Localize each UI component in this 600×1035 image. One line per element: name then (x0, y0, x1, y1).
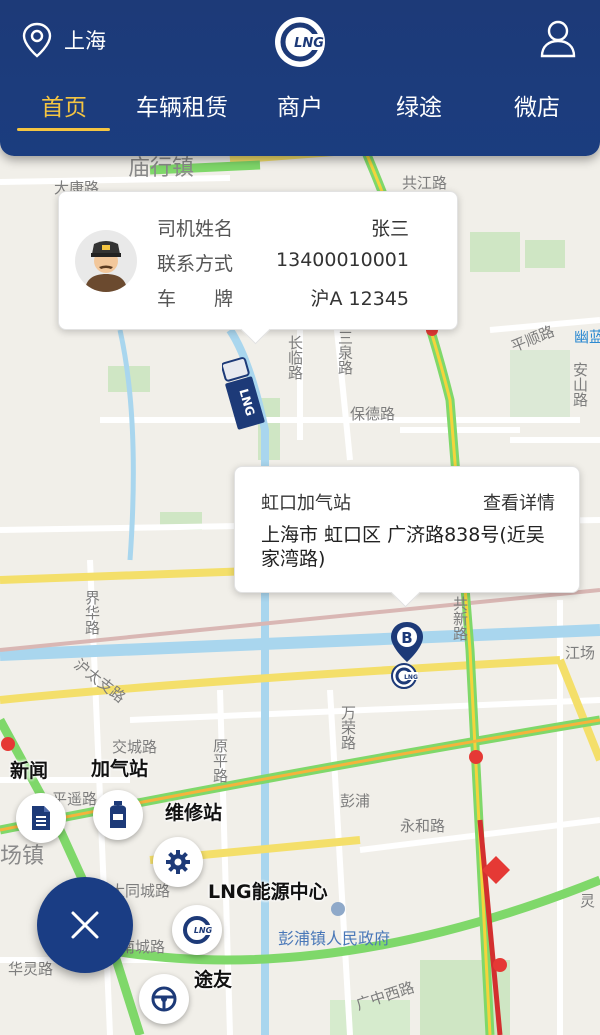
driver-contact-label: 联系方式 (157, 253, 234, 275)
close-icon (71, 911, 99, 939)
svg-text:LNG: LNG (194, 926, 213, 935)
map-label: 保德路 (350, 405, 396, 423)
repair-station-button[interactable] (153, 837, 203, 887)
map-label: 万荣路 (339, 705, 357, 750)
station-address: 上海市 虹口区 广济路838号(近吴家湾路) (261, 524, 545, 570)
driver-plate-value: 沪A 12345 (310, 288, 409, 310)
tab-home[interactable]: 首页 (4, 88, 124, 122)
tab-green-route[interactable]: 绿途 (359, 88, 479, 122)
gas-station-button[interactable] (93, 790, 143, 840)
location-label: 上海 (64, 29, 106, 53)
driver-plate-row: 车 牌 沪A 12345 (157, 284, 409, 311)
traffic-sign (469, 750, 483, 764)
driver-name-value: 张三 (370, 218, 409, 240)
park-area (510, 350, 570, 420)
driver-name-row: 司机姓名 张三 (157, 214, 409, 241)
map-label: 长临路 (286, 335, 304, 380)
lng-center-label: LNG能源中心 (208, 881, 328, 903)
view-details-link[interactable]: 查看详情 (483, 489, 555, 515)
tab-merchants[interactable]: 商户 (240, 88, 360, 122)
gas-station-card[interactable]: 虹口加气站 查看详情 上海市 虹口区 广济路838号(近吴家湾路) (234, 466, 580, 593)
station-name: 虹口加气站 (261, 493, 351, 514)
poi-dot (331, 902, 345, 916)
location-selector[interactable]: 上海 (22, 22, 106, 58)
gas-cylinder-icon (110, 801, 126, 828)
repair-station-label: 维修站 (165, 802, 223, 824)
driver-contact-row: 联系方式 13400010001 (157, 249, 409, 276)
driver-avatar (75, 230, 137, 292)
main-tabs: 首页 车辆租赁 商户 绿途 微店 (0, 88, 600, 138)
park-area (470, 232, 520, 272)
driver-info-card[interactable]: 司机姓名 张三 联系方式 13400010001 车 牌 沪A 12345 (58, 191, 458, 330)
lng-logo-icon: LNG (183, 916, 213, 944)
steering-wheel-icon (151, 986, 177, 1012)
marker-letter: B (401, 629, 412, 647)
map-label: 江场 (565, 644, 596, 662)
user-profile-icon[interactable] (540, 20, 576, 58)
gear-icon (166, 850, 190, 874)
menu-toggle-button[interactable] (37, 877, 133, 973)
driver-contact-value[interactable]: 13400010001 (276, 249, 409, 276)
map-label: 安山路 (571, 362, 589, 407)
map-label: 原平路 (211, 738, 229, 783)
friends-label: 途友 (194, 969, 233, 991)
news-button[interactable] (16, 793, 66, 843)
active-tab-indicator (17, 128, 110, 131)
map-label: 共新路 (451, 596, 469, 641)
friends-button[interactable] (139, 974, 189, 1024)
map-label: 灵 (580, 892, 596, 910)
svg-text:LNG: LNG (294, 36, 324, 51)
driver-plate-label: 车 牌 (157, 288, 234, 310)
lng-center-button[interactable]: LNG (172, 905, 222, 955)
map-label: 幽蓝 (574, 328, 600, 346)
traffic-sign (1, 737, 15, 751)
driver-name-label: 司机姓名 (157, 218, 234, 240)
tab-vehicle-rental[interactable]: 车辆租赁 (122, 88, 242, 122)
map-label: 永和路 (400, 817, 446, 835)
top-nav-bar: 上海 LNG 首页 车辆租赁 商户 绿途 微店 (0, 0, 600, 156)
lng-truck-marker[interactable]: LNG (222, 352, 272, 432)
map-label: 界华路 (83, 590, 101, 635)
map-label: 共江路 (402, 174, 448, 192)
gas-station-label: 加气站 (91, 758, 149, 780)
lng-logo-icon: LNG (275, 17, 325, 67)
map-label: 彭浦镇人民政府 (278, 929, 391, 948)
driver-avatar-icon (85, 241, 127, 292)
marker-lng-mark: LNG (404, 674, 418, 681)
map-label: 华灵路 (8, 960, 54, 978)
document-icon (32, 806, 50, 830)
map-label: 三泉路 (336, 330, 354, 375)
traffic-sign (493, 958, 507, 972)
tab-micro-shop[interactable]: 微店 (477, 88, 597, 122)
park-area (525, 240, 565, 268)
location-pin-icon (22, 22, 52, 58)
news-label: 新闻 (10, 760, 49, 782)
map-label: 彭浦 (340, 792, 371, 810)
station-marker[interactable]: B LNG (388, 620, 426, 692)
